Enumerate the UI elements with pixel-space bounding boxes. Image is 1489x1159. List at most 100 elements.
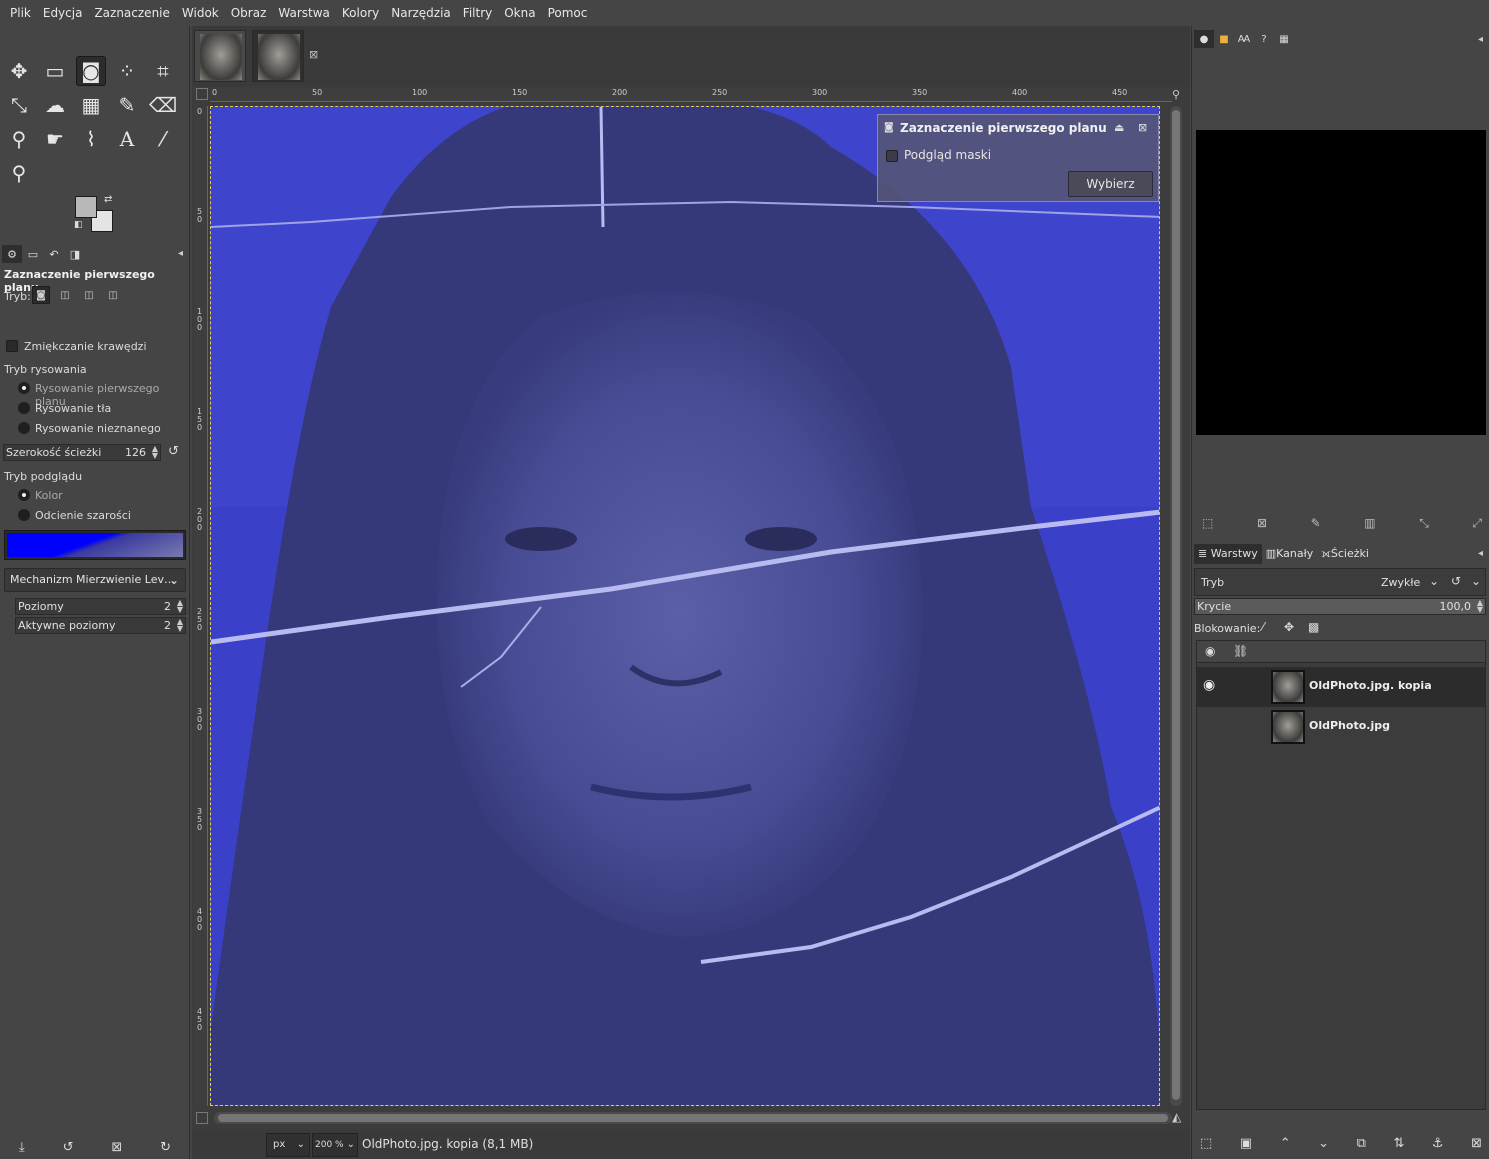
image-tab-1[interactable] <box>194 30 246 82</box>
menu-help[interactable]: Pomoc <box>542 0 594 26</box>
levels-spin[interactable]: Poziomy 2 ▲ ▼ <box>15 598 186 615</box>
feather-checkbox[interactable] <box>6 340 18 352</box>
layer-row-original[interactable]: OldPhoto.jpg <box>1197 707 1485 747</box>
foreground-color-swatch[interactable] <box>75 196 97 218</box>
layer-mode-row[interactable]: Tryb Zwykłe ⌄ ↺ ⌄ <box>1194 568 1486 596</box>
select-button[interactable]: Wybierz <box>1068 171 1153 197</box>
raise-layer-icon[interactable]: ⌃ <box>1280 1136 1291 1151</box>
help-tab-icon[interactable]: ? <box>1254 30 1274 48</box>
horizontal-scrollbar[interactable] <box>214 1112 1172 1124</box>
reset-stroke-icon[interactable]: ↺ <box>168 444 179 459</box>
open-icon[interactable]: ⤢ <box>1472 516 1482 531</box>
menu-view[interactable]: Widok <box>176 0 225 26</box>
navigation-arrow-icon[interactable]: ◭ <box>1172 1110 1181 1124</box>
draw-unknown-radio[interactable] <box>18 422 30 434</box>
menu-file[interactable]: Plik <box>4 0 37 26</box>
eye-icon[interactable]: ◉ <box>1203 677 1215 693</box>
tool-options-tab-icon[interactable]: ⚙ <box>2 245 22 263</box>
image-canvas[interactable] <box>210 106 1160 1106</box>
images-tab-icon[interactable]: ◨ <box>65 245 85 263</box>
layer-row-copy[interactable]: ◉ OldPhoto.jpg. kopia <box>1197 667 1485 707</box>
zoom-tool-icon[interactable]: ⚲ <box>4 158 34 188</box>
menu-tools[interactable]: Narzędzia <box>385 0 457 26</box>
zoom-to-fit-icon[interactable]: ⚲ <box>1172 88 1180 101</box>
duplicate-layer-icon[interactable]: ⧉ <box>1357 1136 1366 1151</box>
merge-layer-icon[interactable]: ⇅ <box>1393 1136 1404 1151</box>
fuzzy-select-tool-icon[interactable]: ⁘ <box>112 56 142 86</box>
swap-colors-icon[interactable]: ⇄ <box>104 194 112 205</box>
scrollbar-thumb[interactable] <box>218 1114 1168 1122</box>
lock-pixels-icon[interactable]: ⁄ <box>1262 620 1264 634</box>
foreground-select-tool-icon[interactable]: ◙ <box>76 56 106 86</box>
mode-intersect-icon[interactable]: ◫ <box>104 286 122 304</box>
dock-menu-icon[interactable]: ◂ <box>1478 548 1483 559</box>
mask-color-preview[interactable] <box>4 530 186 560</box>
chevron-down-icon[interactable]: ⌄ <box>1429 574 1439 588</box>
mode-add-icon[interactable]: ◫ <box>56 286 74 304</box>
menu-layer[interactable]: Warstwa <box>272 0 336 26</box>
color-picker-tool-icon[interactable]: ⁄ <box>148 124 178 154</box>
unit-combo[interactable]: px ⌄ <box>266 1133 310 1157</box>
reset-options-icon[interactable]: ↻ <box>160 1140 171 1155</box>
delete-layer-icon[interactable]: ⊠ <box>1471 1136 1482 1151</box>
dock-menu-icon[interactable]: ◂ <box>178 248 183 259</box>
undo-history-tab-icon[interactable]: ↶ <box>44 245 64 263</box>
transform-tool-icon[interactable]: ⤡ <box>4 90 34 120</box>
reset-mode-icon[interactable]: ↺ <box>1451 574 1461 588</box>
draw-background-radio[interactable] <box>18 402 30 414</box>
brushes-tab-icon[interactable]: ● <box>1194 30 1214 48</box>
opacity-spin[interactable]: Krycie 100,0 ▲ ▼ <box>1194 598 1486 615</box>
spin-arrows-icon[interactable]: ▲ ▼ <box>1477 599 1483 614</box>
new-layer-group-icon[interactable]: ▣ <box>1240 1136 1252 1151</box>
device-status-tab-icon[interactable]: ▭ <box>23 245 43 263</box>
eject-icon[interactable]: ⏏ <box>1114 121 1124 134</box>
chevron-down-icon[interactable]: ⌄ <box>1471 574 1481 588</box>
lock-alpha-icon[interactable]: ▩ <box>1308 620 1319 634</box>
fonts-tab-icon[interactable]: Ꜳ <box>1234 30 1254 48</box>
spin-arrows-icon[interactable]: ▲ ▼ <box>177 618 183 633</box>
preview-color-radio[interactable] <box>18 489 30 501</box>
text-tool-icon[interactable]: A <box>112 124 142 154</box>
tab-paths[interactable]: ⟗Ścieżki <box>1317 544 1373 564</box>
crop-tool-icon[interactable]: ⌗ <box>148 56 178 86</box>
vertical-scrollbar[interactable] <box>1170 106 1182 1106</box>
warp-tool-icon[interactable]: ☁ <box>40 90 70 120</box>
delete-icon[interactable]: ⊠ <box>1257 516 1267 531</box>
menu-select[interactable]: Zaznaczenie <box>88 0 175 26</box>
new-layer-icon[interactable]: ⬚ <box>1200 1136 1212 1151</box>
tab-layers[interactable]: ≣ Warstwy <box>1194 544 1262 564</box>
close-icon[interactable]: ⊠ <box>1138 121 1147 134</box>
gradient-tool-icon[interactable]: ▦ <box>76 90 106 120</box>
scrollbar-thumb[interactable] <box>1172 110 1180 1100</box>
layer-name[interactable]: OldPhoto.jpg <box>1309 719 1390 732</box>
move-tool-icon[interactable]: ✥ <box>4 56 34 86</box>
smudge-tool-icon[interactable]: ☛ <box>40 124 70 154</box>
zoom-combo[interactable]: 200 % ⌄ <box>312 1133 358 1157</box>
preview-grayscale-radio[interactable] <box>18 509 30 521</box>
duplicate-icon[interactable]: ▥ <box>1364 516 1375 531</box>
menu-filters[interactable]: Filtry <box>457 0 498 26</box>
spin-arrows-icon[interactable]: ▲ ▼ <box>152 445 158 460</box>
save-options-icon[interactable]: ⤓ <box>19 1140 25 1155</box>
paintbrush-tool-icon[interactable]: ✎ <box>112 90 142 120</box>
preview-mask-checkbox[interactable] <box>886 150 898 162</box>
menu-colors[interactable]: Kolory <box>336 0 385 26</box>
layer-name[interactable]: OldPhoto.jpg. kopia <box>1309 679 1432 692</box>
lower-layer-icon[interactable]: ⌄ <box>1318 1136 1329 1151</box>
grid-tab-icon[interactable]: ▦ <box>1274 30 1294 48</box>
rect-select-tool-icon[interactable]: ▭ <box>40 56 70 86</box>
paths-tool-icon[interactable]: ⌇ <box>76 124 106 154</box>
dock-menu-icon[interactable]: ◂ <box>1478 34 1483 45</box>
reset-colors-icon[interactable]: ◧ <box>74 220 83 230</box>
lock-position-icon[interactable]: ✥ <box>1284 620 1294 634</box>
spin-arrows-icon[interactable]: ▲ ▼ <box>177 599 183 614</box>
mode-replace-icon[interactable]: ◙ <box>32 286 50 304</box>
anchor-layer-icon[interactable]: ⚓ <box>1432 1136 1444 1151</box>
menu-image[interactable]: Obraz <box>225 0 273 26</box>
navigate-icon[interactable] <box>196 1112 208 1124</box>
engine-combo[interactable]: Mechanizm Mierzwienie Lev… ⌄ <box>4 568 186 592</box>
edit-icon[interactable]: ✎ <box>1311 516 1321 531</box>
refresh-icon[interactable]: ⤡ <box>1419 516 1429 531</box>
tab-channels[interactable]: ▥Kanały <box>1262 544 1318 564</box>
patterns-tab-icon[interactable]: ■ <box>1214 30 1234 48</box>
